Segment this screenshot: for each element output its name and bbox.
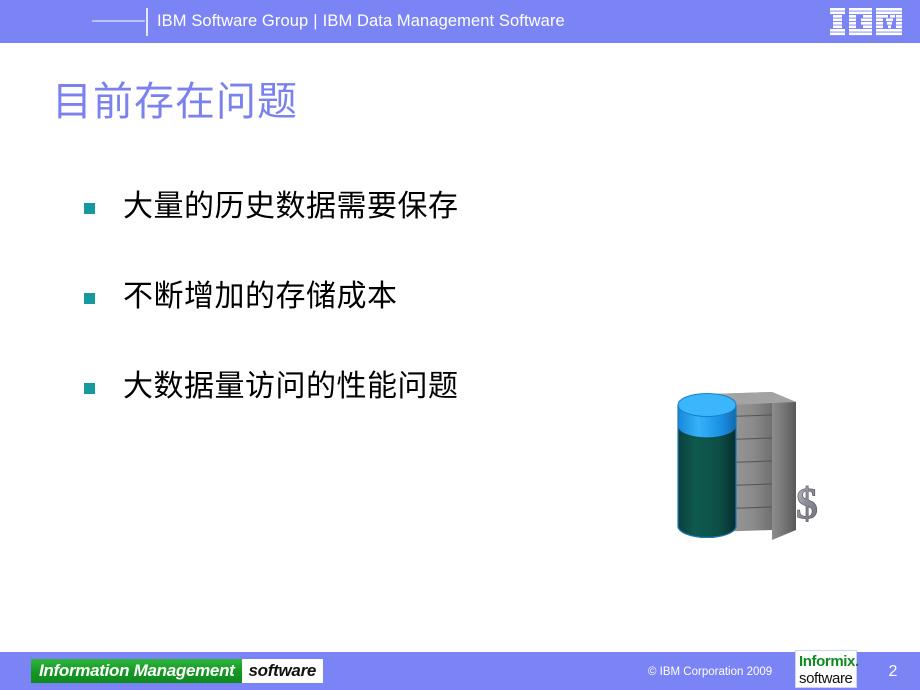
- list-item: 大数据量访问的性能问题: [84, 369, 644, 462]
- header-group-label: IBM Software Group: [157, 12, 309, 30]
- informix-software-text: software: [799, 670, 853, 687]
- im-logo-white-text: software: [241, 659, 324, 683]
- header-title: IBM Software Group | IBM Data Management S…: [157, 11, 565, 32]
- dollar-glyph: $: [796, 479, 818, 528]
- header-product-label: IBM Data Management Software: [322, 12, 565, 30]
- slide-title: 目前存在问题: [52, 79, 298, 125]
- copyright-notice: © IBM Corporation 2009: [648, 666, 773, 678]
- presentation-slide: IBM Software Group | IBM Data Management S…: [0, 0, 920, 690]
- database-cylinder-icon: [677, 393, 737, 538]
- bullet-label: 大量的历史数据需要保存: [123, 189, 459, 224]
- list-item: 不断增加的存储成本: [84, 279, 644, 372]
- im-logo-green-text: Information Management: [31, 659, 242, 683]
- slide-header-bar: IBM Software Group | IBM Data Management S…: [0, 0, 920, 43]
- square-bullet-icon: [84, 383, 95, 394]
- header-accent-rule: [92, 20, 145, 22]
- header-separator: |: [313, 12, 318, 30]
- informix-brand-text: Informix.: [799, 653, 859, 670]
- ibm-logo-icon: [830, 8, 902, 36]
- server-rack-storage-cost-illustration: $: [677, 392, 819, 540]
- information-management-logo: Information Management software: [31, 659, 324, 683]
- square-bullet-icon: [84, 293, 95, 304]
- header-vertical-divider: [146, 8, 148, 36]
- page-number: 2: [888, 663, 898, 680]
- bullet-list: 大量的历史数据需要保存 不断增加的存储成本 大数据量访问的性能问题: [84, 189, 644, 462]
- bullet-label: 不断增加的存储成本: [123, 279, 398, 314]
- square-bullet-icon: [84, 203, 95, 214]
- bullet-label: 大数据量访问的性能问题: [123, 369, 459, 404]
- list-item: 大量的历史数据需要保存: [84, 189, 644, 282]
- dollar-sign-icon: $: [796, 479, 819, 529]
- informix-software-logo: Informix. software: [795, 650, 859, 688]
